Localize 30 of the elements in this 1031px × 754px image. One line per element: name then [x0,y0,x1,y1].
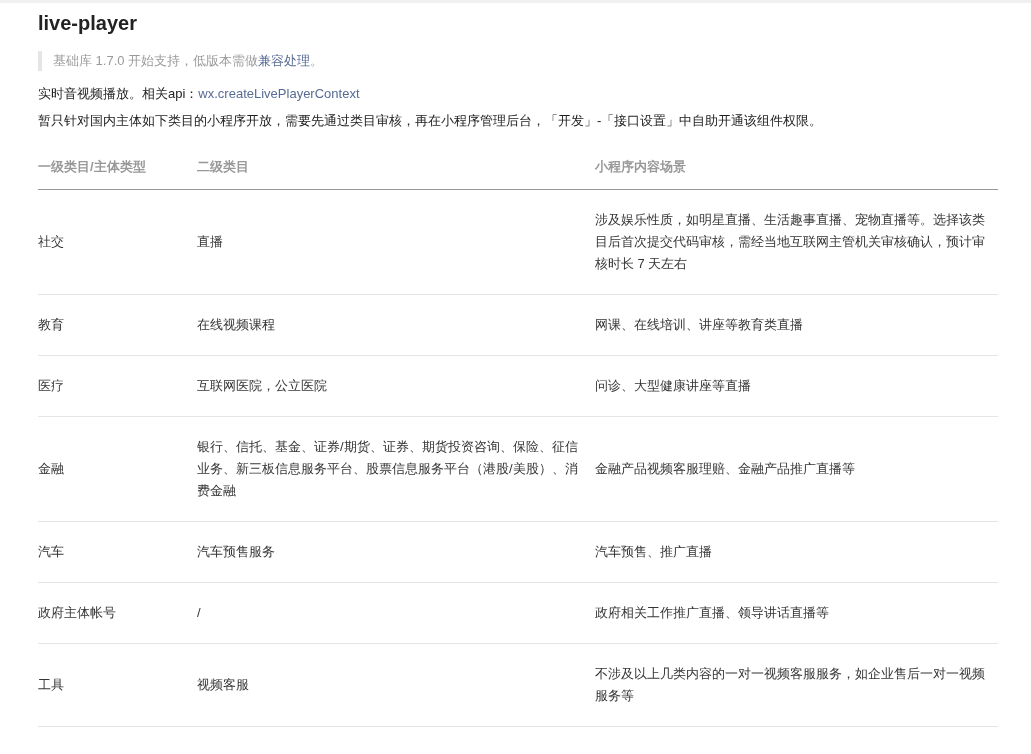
table-cell: 在线视频课程 [197,316,275,332]
table-cell: 政府相关工作推广直播、领导讲话直播等 [595,604,829,620]
table-cell: 汽车预售服务 [197,543,275,559]
notice-text: 基础库 1.7.0 开始支持，低版本需做兼容处理。 [53,52,324,71]
table-cell: 不涉及以上几类内容的一对一视频客服服务，如企业售后一对一视频服务等 [595,665,985,703]
table-cell: 银行、信托、基金、证券/期货、证券、期货投资咨询、保险、征信业务、新三板信息服务平台、股票信息服务平台（港股/美股）、消费金融 [197,438,578,498]
table-cell: 社交 [38,233,64,249]
table-cell: 工具 [38,676,64,692]
table-cell: 互联网医院，公立医院 [197,377,327,393]
table-cell: 视频客服 [197,676,249,692]
table-cell: 医疗 [38,377,64,393]
table-cell: 涉及娱乐性质，如明星直播、生活趣事直播、宠物直播等。选择该类目后首次提交代码审核，需经当地互联网主管机关审核确认，预计审核时长 7 天左右 [595,211,985,271]
page-title: live-player [38,11,138,36]
column-header: 一级类目/主体类型 [38,158,146,174]
table-cell: 汽车 [38,543,64,559]
column-header: 小程序内容场景 [595,158,686,174]
table-cell: 网课、在线培训、讲座等教育类直播 [595,316,803,332]
table-cell: 政府主体帐号 [38,604,116,620]
table-cell: 汽车预售、推广直播 [595,543,712,559]
table-cell: 问诊、大型健康讲座等直播 [595,377,751,393]
column-header: 二级类目 [197,158,249,174]
table-cell: 金融 [38,460,64,476]
table-cell: 教育 [38,316,64,332]
table-cell: 直播 [197,233,223,249]
description-text: 实时音视频播放。相关api：wx.createLivePlayerContext [38,85,361,103]
api-link[interactable]: wx.createLivePlayerContext [198,86,360,101]
table-cell: 金融产品视频客服理赔、金融产品推广直播等 [595,460,855,476]
table-cell: / [197,604,201,620]
restriction-text: 暂只针对国内主体如下类目的小程序开放，需要先通过类目审核，再在小程序管理后台，「开发」-「接口设置」中自助开通该组件权限。 [38,112,824,130]
compat-link[interactable]: 兼容处理 [258,53,311,69]
